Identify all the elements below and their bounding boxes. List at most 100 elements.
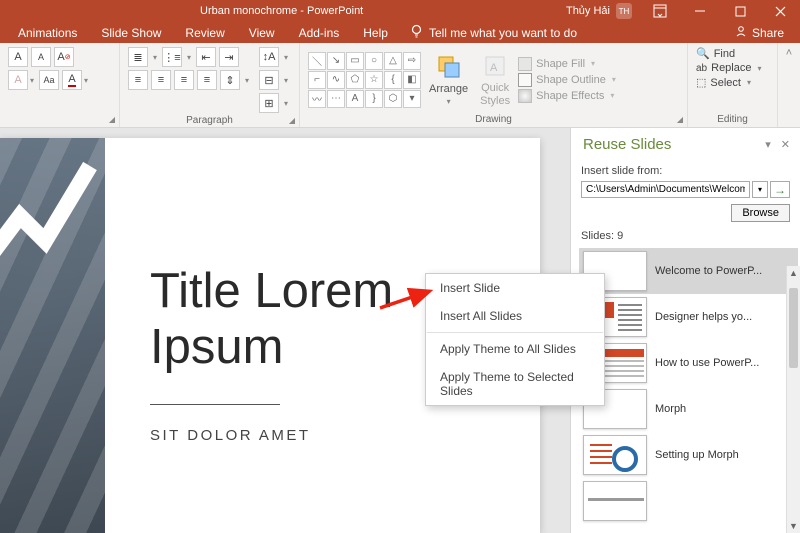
shape-scribble-icon[interactable]: 〰 xyxy=(308,90,326,108)
tab-slideshow[interactable]: Slide Show xyxy=(89,22,173,43)
reuse-slide-item[interactable]: Morph xyxy=(579,386,798,432)
chevron-down-icon[interactable]: ▾ xyxy=(282,53,290,62)
scrollbar-thumb[interactable] xyxy=(789,288,798,368)
clear-formatting-button[interactable]: A⊘ xyxy=(54,47,74,67)
dialog-launcher-icon[interactable]: ◢ xyxy=(677,115,683,124)
minimize-icon[interactable] xyxy=(680,0,720,22)
slide-item-label: Morph xyxy=(655,403,686,415)
reuse-slide-item[interactable]: Setting up Morph xyxy=(579,432,798,478)
maximize-icon[interactable] xyxy=(720,0,760,22)
shape-effects-button[interactable]: Shape Effects ▾ xyxy=(518,89,618,103)
path-dropdown-icon[interactable]: ▾ xyxy=(752,181,768,198)
align-left-button[interactable]: ≡ xyxy=(128,70,148,90)
find-button[interactable]: 🔍Find xyxy=(696,47,763,60)
collapse-ribbon-icon[interactable]: ˄ xyxy=(778,43,800,127)
justify-button[interactable]: ≡ xyxy=(197,70,217,90)
shape-triangle-icon[interactable]: △ xyxy=(384,52,402,70)
chevron-down-icon[interactable]: ▾ xyxy=(610,75,618,84)
menu-insert-all-slides[interactable]: Insert All Slides xyxy=(426,302,604,330)
shape-arrow-icon[interactable]: ⇨ xyxy=(403,52,421,70)
tab-review[interactable]: Review xyxy=(173,22,236,43)
arrange-button[interactable]: Arrange ▾ xyxy=(425,51,472,108)
shape-fill-button[interactable]: Shape Fill ▾ xyxy=(518,57,618,71)
menu-insert-slide[interactable]: Insert Slide xyxy=(426,274,604,302)
path-go-icon[interactable]: → xyxy=(770,181,790,198)
indent-decrease-button[interactable]: ⇤ xyxy=(196,47,216,67)
reuse-slide-item[interactable]: How to use PowerP... xyxy=(579,340,798,386)
dialog-launcher-icon[interactable]: ◢ xyxy=(289,116,295,125)
shape-star-icon[interactable]: ☆ xyxy=(365,71,383,89)
shape-line-arrow-icon[interactable]: ↘ xyxy=(327,52,345,70)
replace-button[interactable]: abReplace ▾ xyxy=(696,62,763,74)
shape-hex-icon[interactable]: ⬡ xyxy=(384,90,402,108)
menu-apply-theme-selected[interactable]: Apply Theme to Selected Slides xyxy=(426,363,604,405)
line-spacing-button[interactable]: ⇕ xyxy=(220,70,240,90)
ribbon-options-icon[interactable] xyxy=(640,0,680,22)
tab-view[interactable]: View xyxy=(237,22,287,43)
reuse-slide-item[interactable]: Welcome to PowerP... xyxy=(579,248,798,294)
font-size-decrease-button[interactable]: A xyxy=(31,47,51,67)
tell-me-search[interactable]: Tell me what you want to do xyxy=(400,24,587,42)
share-button[interactable]: Share xyxy=(724,24,794,41)
pane-close-icon[interactable]: ✕ xyxy=(781,138,790,151)
shape-curve-icon[interactable]: ∿ xyxy=(327,71,345,89)
convert-smartart-button[interactable]: ⊞ xyxy=(259,93,279,113)
numbering-button[interactable]: ⋮≡ xyxy=(162,47,182,67)
align-right-button[interactable]: ≡ xyxy=(174,70,194,90)
shape-bracket-icon[interactable]: } xyxy=(365,90,383,108)
shape-textbox-icon[interactable]: A xyxy=(346,90,364,108)
scroll-up-icon[interactable]: ▲ xyxy=(787,266,800,280)
select-button[interactable]: ⬚Select ▾ xyxy=(696,76,763,89)
browse-button[interactable]: Browse xyxy=(731,204,790,222)
shape-outline-button[interactable]: Shape Outline ▾ xyxy=(518,73,618,87)
user-area[interactable]: Thủy Hải TH xyxy=(566,3,632,19)
chevron-down-icon[interactable]: ▾ xyxy=(82,76,90,85)
reuse-slide-item[interactable]: Designer helps yo... xyxy=(579,294,798,340)
highlight-button[interactable]: A xyxy=(8,70,28,90)
dialog-launcher-icon[interactable]: ◢ xyxy=(109,115,115,124)
shape-brace-icon[interactable]: { xyxy=(384,71,402,89)
shape-freeform-icon[interactable]: ⬠ xyxy=(346,71,364,89)
shape-connector-icon[interactable]: ⌐ xyxy=(308,71,326,89)
bullets-button[interactable]: ≣ xyxy=(128,47,148,67)
tab-addins[interactable]: Add-ins xyxy=(287,22,352,43)
chevron-down-icon[interactable]: ▾ xyxy=(745,78,753,87)
chevron-down-icon[interactable]: ▾ xyxy=(589,59,597,68)
shapes-gallery[interactable]: ＼ ↘ ▭ ○ △ ⇨ ⌐ ∿ ⬠ ☆ { ◧ 〰 ⋯ A } ⬡ ▾ xyxy=(308,52,421,108)
vertical-scrollbar[interactable]: ▲ ▼ xyxy=(786,266,800,533)
shape-dropdown-icon[interactable]: ▾ xyxy=(403,90,421,108)
align-text-button[interactable]: ⊟ xyxy=(259,70,279,90)
slide-subtitle[interactable]: SIT DOLOR AMET xyxy=(150,427,540,444)
tab-help[interactable]: Help xyxy=(351,22,400,43)
slide-editor[interactable]: Title LoremIpsum SIT DOLOR AMET Insert S… xyxy=(0,128,570,533)
scroll-down-icon[interactable]: ▼ xyxy=(787,519,800,533)
char-spacing-button[interactable]: Aa xyxy=(39,70,59,90)
chevron-down-icon[interactable]: ▾ xyxy=(282,99,290,108)
file-path-input[interactable] xyxy=(581,181,750,198)
chevron-down-icon[interactable]: ▾ xyxy=(151,53,159,62)
pane-options-icon[interactable]: ▾ xyxy=(765,138,771,151)
quick-styles-button[interactable]: A Quick Styles xyxy=(476,50,514,108)
shape-oval-icon[interactable]: ○ xyxy=(365,52,383,70)
align-center-button[interactable]: ≡ xyxy=(151,70,171,90)
menu-apply-theme-all[interactable]: Apply Theme to All Slides xyxy=(426,335,604,363)
shape-more-icon[interactable]: ⋯ xyxy=(327,90,345,108)
indent-increase-button[interactable]: ⇥ xyxy=(219,47,239,67)
chevron-down-icon[interactable]: ▾ xyxy=(755,64,763,73)
reuse-slide-item[interactable] xyxy=(579,478,798,524)
chevron-down-icon[interactable]: ▾ xyxy=(243,76,251,85)
shape-line-icon[interactable]: ＼ xyxy=(308,52,326,70)
text-direction-button[interactable]: ↕A xyxy=(259,47,279,67)
tab-animations[interactable]: Animations xyxy=(6,22,89,43)
chevron-down-icon[interactable]: ▾ xyxy=(28,76,36,85)
chevron-down-icon[interactable]: ▾ xyxy=(282,76,290,85)
user-avatar[interactable]: TH xyxy=(616,3,632,19)
shape-rectangle-icon[interactable]: ▭ xyxy=(346,52,364,70)
close-icon[interactable] xyxy=(760,0,800,22)
chevron-down-icon[interactable]: ▾ xyxy=(185,53,193,62)
font-color-button[interactable]: A xyxy=(62,70,82,90)
font-size-increase-button[interactable]: A xyxy=(8,47,28,67)
chevron-down-icon[interactable]: ▾ xyxy=(608,91,616,100)
reuse-slides-list[interactable]: Welcome to PowerP... Designer helps yo..… xyxy=(571,248,800,533)
shape-callout-icon[interactable]: ◧ xyxy=(403,71,421,89)
